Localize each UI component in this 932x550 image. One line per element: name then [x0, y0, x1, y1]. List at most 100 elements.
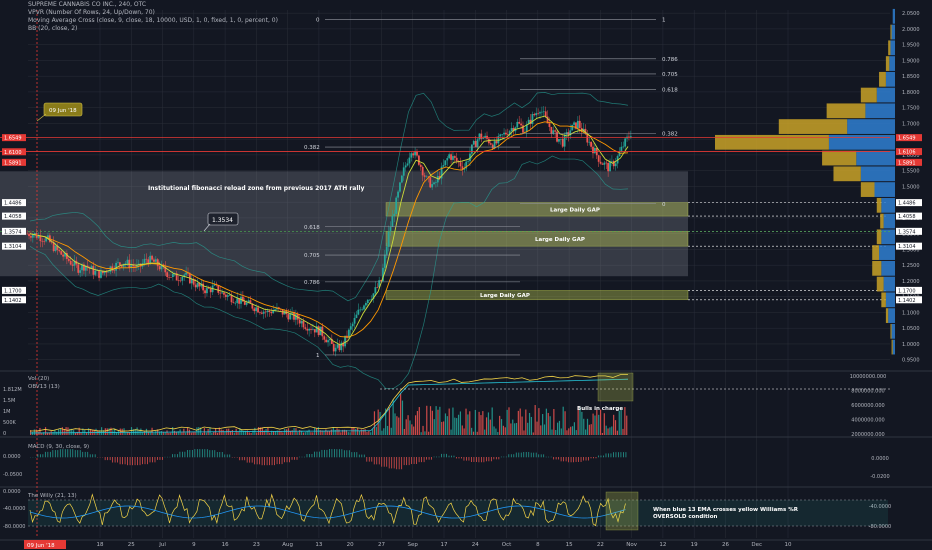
vol-bar	[304, 432, 306, 435]
vol-bar	[231, 430, 234, 435]
vol-bar	[108, 428, 110, 435]
candle-body	[230, 295, 233, 303]
vol-bar	[418, 407, 420, 435]
macd-hist-bar	[132, 457, 133, 466]
vol-bar	[426, 405, 428, 435]
candle-body	[611, 161, 613, 162]
macd-hist-bar	[142, 457, 143, 465]
candle-body	[387, 231, 390, 247]
vol-bar	[119, 428, 121, 435]
macd-hist-bar	[276, 457, 278, 465]
vol-bar	[368, 431, 370, 435]
vol-bar	[392, 399, 394, 435]
candle-body	[26, 233, 29, 235]
price-chart[interactable]: Institutional fibonacci reload zone from…	[0, 0, 932, 550]
candle-body	[400, 175, 403, 183]
vp-bar-down	[891, 323, 895, 339]
gap-box	[385, 290, 689, 301]
candle-body	[41, 241, 44, 242]
vol-bar	[555, 429, 557, 435]
candle-body	[365, 302, 367, 306]
vp-bar-down	[885, 71, 895, 87]
macd-hist-bar	[306, 454, 308, 458]
vp-bar-down	[881, 229, 895, 245]
vol-bar	[149, 432, 151, 435]
candle-body	[204, 290, 206, 294]
macd-hist-bar	[231, 457, 233, 458]
candle-body	[332, 343, 335, 352]
time-tick: 23	[253, 542, 260, 548]
macd-hist-bar	[251, 457, 253, 463]
macd-hist-bar	[191, 449, 193, 458]
macd-hist-bar	[234, 457, 236, 458]
macd-hist-bar	[157, 457, 158, 460]
candle-body	[559, 138, 562, 140]
gap-label: Large Daily GAP	[535, 237, 585, 243]
vp-bar-down	[860, 166, 895, 182]
candle-body	[336, 344, 339, 348]
macd-hist-bar	[114, 457, 116, 463]
vol-bar	[581, 411, 583, 435]
vol-bar	[596, 409, 598, 435]
vol-bar	[396, 416, 398, 435]
macd-hist-bar	[416, 457, 418, 465]
candle-body	[79, 270, 82, 273]
candle-body	[94, 270, 97, 275]
candle-body	[374, 287, 377, 294]
time-tick: 15	[566, 542, 573, 548]
vol-bar	[110, 427, 112, 435]
vol-left-tick: 0	[3, 431, 6, 437]
vp-bar-up	[826, 103, 866, 119]
macd-hist-bar	[595, 457, 597, 459]
macd-hist-bar	[139, 457, 141, 466]
candle-body	[554, 130, 557, 132]
candle-body	[317, 326, 320, 336]
macd-hist-bar	[421, 457, 422, 463]
macd-hist-bar	[366, 457, 368, 462]
macd-hist-bar	[264, 457, 266, 466]
vol-bar	[499, 415, 501, 435]
candle-body	[107, 271, 110, 273]
macd-hist-bar	[371, 457, 373, 462]
macd-hist-bar	[386, 457, 388, 467]
macd-hist-bar	[74, 450, 76, 458]
vol-bar	[461, 425, 463, 435]
candle-body	[270, 311, 273, 314]
time-tick: 22	[597, 542, 604, 548]
macd-hist-bar	[299, 456, 300, 458]
vol-bar	[349, 432, 351, 435]
macd-hist-bar	[545, 456, 547, 458]
macd-hist-bar	[254, 457, 256, 465]
macd-hist-bar	[585, 457, 587, 461]
candle-body	[620, 146, 623, 152]
vol-bar	[216, 432, 219, 435]
candle-body	[170, 276, 172, 278]
vol-bar	[547, 412, 549, 435]
vol-bar	[201, 432, 204, 435]
macd-hist-bar	[493, 457, 495, 460]
candle-body	[503, 132, 505, 135]
vol-bar	[471, 427, 473, 435]
macd-hist-bar	[540, 454, 542, 458]
macd-hist-bar	[348, 450, 350, 458]
candle-body	[240, 296, 242, 304]
candle-body	[389, 226, 392, 232]
macd-hist-bar	[568, 457, 569, 463]
vol-bar	[448, 408, 450, 435]
macd-hist-bar	[249, 457, 251, 463]
price-tick: 1.8500	[902, 74, 920, 80]
candle-body	[385, 246, 388, 255]
vol-bar	[442, 421, 445, 435]
ma-cross-label: Moving Average Cross (close, 9, close, 1…	[28, 17, 278, 24]
vol-bar	[556, 422, 559, 435]
macd-hist-bar	[488, 457, 490, 462]
macd-hist-bar	[119, 457, 121, 465]
vol-bar	[562, 406, 564, 435]
vol-bar	[246, 430, 248, 435]
macd-hist-bar	[570, 457, 572, 463]
macd-hist-bar	[69, 449, 71, 458]
vol-bar	[329, 430, 331, 435]
price-tick: 1.0000	[902, 342, 920, 348]
fib-right-label: 0	[662, 202, 666, 208]
time-marker-label: 09 Jun '18	[27, 543, 55, 549]
